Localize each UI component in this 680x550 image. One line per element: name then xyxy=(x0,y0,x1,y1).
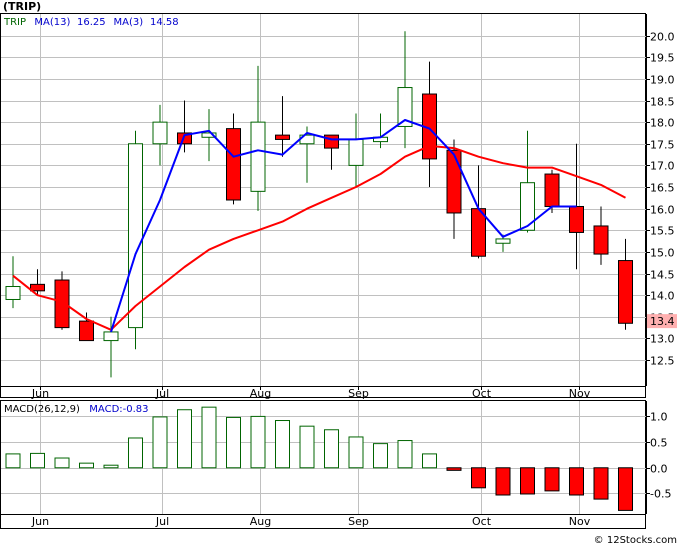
price-y-tick-label: 18.0 xyxy=(650,117,675,130)
macd-bar xyxy=(348,436,364,469)
price-x-tick-label: Oct xyxy=(472,387,492,400)
price-y-tick-label: 17.5 xyxy=(650,139,675,152)
macd-bar xyxy=(152,416,168,469)
candle-body xyxy=(495,238,511,244)
macd-x-tick-label: Aug xyxy=(250,515,271,528)
macd-bar xyxy=(275,420,290,469)
macd-bar xyxy=(373,443,388,469)
price-x-tick-label: Nov xyxy=(569,387,591,400)
candle-body xyxy=(103,331,119,342)
macd-x-tick-label: Nov xyxy=(569,515,591,528)
macd-bar xyxy=(593,467,609,500)
price-y-tick-label: 20.0 xyxy=(650,31,675,44)
candle-body xyxy=(128,143,143,329)
macd-y-tick-label: 0.0 xyxy=(650,463,668,476)
macd-bar xyxy=(177,409,192,469)
macd-bar xyxy=(128,437,143,469)
price-y-tick-label: 13.0 xyxy=(650,333,675,346)
price-y-tick-label: 18.5 xyxy=(650,96,675,109)
candle-body xyxy=(618,260,633,324)
price-y-tick-label: 19.0 xyxy=(650,74,675,87)
macd-bar xyxy=(5,453,21,469)
macd-x-tick-label: Jul xyxy=(155,515,169,528)
price-x-tick-label: Aug xyxy=(250,387,271,400)
candle-body xyxy=(152,121,168,145)
macd-legend: MACD(26,12,9) MACD:-0.83 xyxy=(4,404,149,415)
candle-body xyxy=(226,128,241,201)
candle-body xyxy=(250,121,266,192)
macd-bar xyxy=(520,467,535,495)
macd-legend-item: MACD(26,12,9) xyxy=(4,404,80,415)
candle-body xyxy=(593,225,609,255)
stock-chart-svg: 12.513.013.514.014.515.015.516.016.517.0… xyxy=(0,0,680,546)
price-legend-item: MA(13) xyxy=(34,17,70,28)
price-y-tick-label: 15.5 xyxy=(650,225,675,238)
macd-bar xyxy=(103,464,119,469)
macd-bar xyxy=(54,457,70,469)
price-y-tick-label: 15.0 xyxy=(650,247,675,260)
macd-bar xyxy=(569,467,584,496)
price-y-tick-label: 14.0 xyxy=(650,290,675,303)
price-y-tick-label: 17.0 xyxy=(650,160,675,173)
candle-body xyxy=(5,286,21,300)
candle xyxy=(128,130,143,350)
candle-body xyxy=(324,134,339,149)
macd-bar xyxy=(30,452,45,469)
macd-bar xyxy=(79,462,94,469)
macd-bar xyxy=(250,415,266,469)
macd-bar xyxy=(544,467,560,492)
macd-legend-item: MACD:-0.83 xyxy=(89,404,148,415)
macd-bar xyxy=(397,440,413,469)
macd-y-tick-label: -0.5 xyxy=(650,488,671,501)
macd-bar xyxy=(226,416,241,469)
price-x-tick-label: Jul xyxy=(155,387,169,400)
price-legend-item: TRIP xyxy=(3,17,26,28)
watermark: © 12Stocks.com xyxy=(594,535,677,546)
macd-x-tick-label: Sep xyxy=(348,515,369,528)
candle-body xyxy=(275,134,290,140)
macd-bar xyxy=(446,467,462,471)
price-legend-item: MA(3) xyxy=(114,17,144,28)
chart-title: (TRIP) xyxy=(3,0,41,13)
macd-bar xyxy=(324,429,339,469)
macd-x-tick-label: Jun xyxy=(31,515,49,528)
candle-body xyxy=(54,279,70,329)
price-x-tick-label: Sep xyxy=(348,387,369,400)
price-y-tick-label: 12.5 xyxy=(650,355,675,368)
price-y-tick-label: 16.0 xyxy=(650,204,675,217)
macd-bar xyxy=(299,425,315,469)
price-legend-item: 14.58 xyxy=(150,17,179,28)
price-y-tick-label: 14.5 xyxy=(650,269,675,282)
candle-body xyxy=(446,149,462,214)
price-y-tick-label: 19.5 xyxy=(650,52,675,65)
macd-bar xyxy=(201,406,217,469)
macd-x-tick-label: Oct xyxy=(472,515,492,528)
macd-y-tick-label: 0.5 xyxy=(650,437,668,450)
macd-bar xyxy=(422,453,437,469)
macd-bar xyxy=(618,467,633,511)
stock-chart: 12.513.013.514.014.515.015.516.016.517.0… xyxy=(0,0,680,546)
price-legend-item: 16.25 xyxy=(77,17,106,28)
macd-bar xyxy=(495,467,511,496)
candle-body xyxy=(30,283,45,292)
candle-body xyxy=(544,173,560,207)
macd-panel xyxy=(0,400,646,529)
candle-body xyxy=(79,320,94,342)
last-price-marker: 13.4 xyxy=(647,314,677,329)
last-price-label: 13.4 xyxy=(650,315,675,328)
candle-body xyxy=(569,205,584,233)
candle-body xyxy=(348,138,364,166)
macd-bar xyxy=(471,467,486,489)
macd-y-tick-label: 1.0 xyxy=(650,411,668,424)
price-y-tick-label: 16.5 xyxy=(650,182,675,195)
price-x-tick-label: Jun xyxy=(31,387,49,400)
